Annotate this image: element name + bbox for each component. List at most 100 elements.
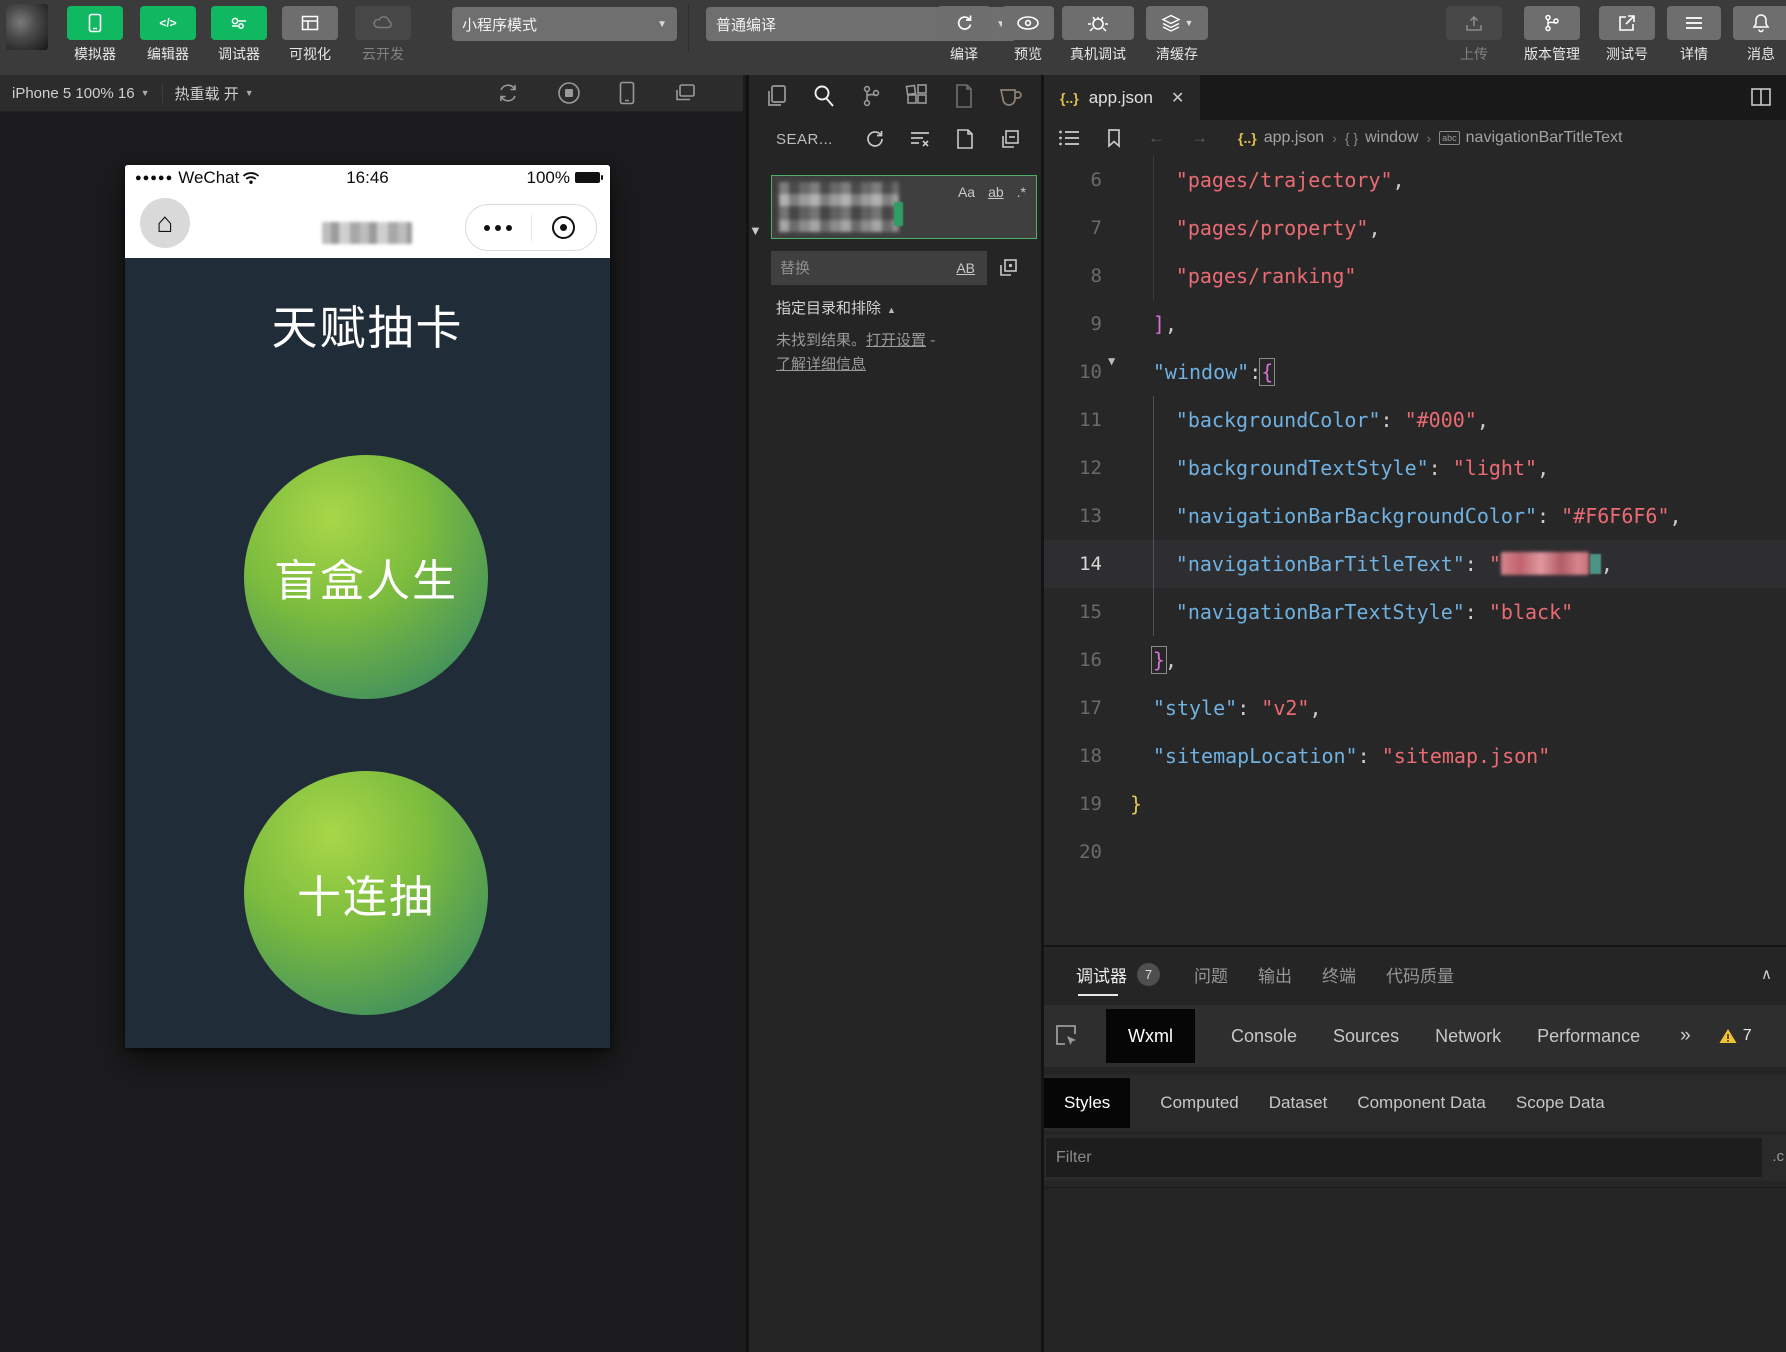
fold-chevron-icon[interactable]: ▼	[1108, 354, 1115, 368]
code-line-14[interactable]: 14"navigationBarTitleText": ",	[1044, 540, 1786, 588]
warnings-indicator[interactable]: 7	[1719, 1027, 1752, 1045]
device-dropdown[interactable]: iPhone 5 100% 16 ▼	[0, 75, 162, 111]
refresh-results-icon[interactable]	[865, 129, 885, 149]
search-icon[interactable]	[811, 83, 837, 109]
blindbox-life-button[interactable]: 盲盒人生	[244, 455, 488, 699]
styles-filter-input[interactable]	[1046, 1138, 1762, 1177]
code-line-12[interactable]: 12"backgroundTextStyle": "light",	[1044, 444, 1786, 492]
close-minibar-button[interactable]	[532, 216, 597, 239]
breadcrumb-object[interactable]: window	[1365, 129, 1418, 147]
code-line-10[interactable]: 10▼"window":{	[1044, 348, 1786, 396]
learn-more-link[interactable]: 了解详细信息	[776, 356, 866, 373]
device-frame-icon[interactable]	[619, 81, 635, 105]
open-in-editor-icon[interactable]	[955, 128, 975, 150]
regex-toggle[interactable]: .*	[1017, 184, 1026, 200]
home-button[interactable]: ⌂	[140, 198, 190, 248]
preserve-case-toggle[interactable]: AB	[956, 260, 975, 276]
code-line-20[interactable]: 20	[1044, 828, 1786, 876]
search-details-toggle[interactable]: 指定目录和排除▲	[776, 297, 896, 318]
code-line-17[interactable]: 17"style": "v2",	[1044, 684, 1786, 732]
real-device-debug-button[interactable]: 真机调试	[1060, 6, 1136, 64]
tab-scope-data[interactable]: Scope Data	[1516, 1093, 1605, 1113]
code-line-11[interactable]: 11"backgroundColor": "#000",	[1044, 396, 1786, 444]
upload-button[interactable]: 上传	[1444, 6, 1504, 64]
nav-forward-icon[interactable]: →	[1191, 128, 1208, 148]
tab-network[interactable]: Network	[1435, 1026, 1501, 1047]
collapse-panel-icon[interactable]: ∧	[1761, 965, 1772, 983]
editor-toggle[interactable]: </> 编辑器	[139, 6, 197, 64]
indent-guide	[1153, 444, 1154, 492]
debugger-count-badge: 7	[1137, 963, 1160, 986]
compile-button[interactable]: 编译	[935, 6, 993, 64]
outline-list-icon[interactable]	[1058, 129, 1080, 147]
breadcrumb-file[interactable]: app.json	[1264, 129, 1325, 147]
tab-console[interactable]: Console	[1231, 1026, 1297, 1047]
rotate-icon[interactable]	[497, 82, 519, 104]
file-page-icon[interactable]	[953, 83, 975, 109]
more-button[interactable]	[466, 225, 531, 231]
extensions-icon[interactable]	[905, 83, 931, 109]
whole-word-toggle[interactable]: ab	[988, 184, 1004, 200]
details-button[interactable]: 详情	[1666, 6, 1722, 64]
collapse-all-icon[interactable]	[999, 128, 1021, 150]
bookmark-icon[interactable]	[1106, 128, 1122, 148]
code-line-18[interactable]: 18"sitemapLocation": "sitemap.json"	[1044, 732, 1786, 780]
open-settings-link[interactable]: 打开设置	[866, 332, 926, 349]
tab-app-json[interactable]: {..} app.json ✕	[1044, 75, 1200, 120]
visual-toggle[interactable]: 可视化	[281, 6, 339, 64]
tab-sources[interactable]: Sources	[1333, 1026, 1399, 1047]
code-area[interactable]: 6"pages/trajectory",7"pages/property",8"…	[1044, 156, 1786, 945]
tab-code-quality[interactable]: 代码质量	[1386, 962, 1454, 987]
replace-all-icon[interactable]	[997, 257, 1019, 279]
test-account-button[interactable]: 测试号	[1597, 6, 1657, 64]
tab-performance[interactable]: Performance	[1537, 1026, 1640, 1047]
version-control-button[interactable]: 版本管理	[1514, 6, 1590, 64]
tab-terminal[interactable]: 终端	[1322, 962, 1356, 987]
code-line-6[interactable]: 6"pages/trajectory",	[1044, 156, 1786, 204]
search-input[interactable]: Aa ab .*	[771, 175, 1037, 239]
code-line-16[interactable]: 16},	[1044, 636, 1786, 684]
code-line-9[interactable]: 9],	[1044, 300, 1786, 348]
clear-results-icon[interactable]	[909, 130, 931, 148]
tab-computed[interactable]: Computed	[1160, 1093, 1238, 1113]
debugger-toggle[interactable]: 调试器	[210, 6, 268, 64]
record-icon[interactable]	[557, 81, 581, 105]
tab-problems[interactable]: 问题	[1194, 962, 1228, 987]
multi-window-icon[interactable]	[673, 82, 697, 104]
tab-output[interactable]: 输出	[1258, 962, 1292, 987]
match-case-toggle[interactable]: Aa	[958, 184, 975, 200]
code-line-15[interactable]: 15"navigationBarTextStyle": "black"	[1044, 588, 1786, 636]
user-avatar[interactable]	[6, 4, 48, 50]
cls-button-fragment[interactable]: .c	[1772, 1148, 1784, 1165]
line-number: 8	[1044, 265, 1114, 287]
messages-button[interactable]: 消息	[1732, 6, 1786, 64]
preview-button[interactable]: 预览	[1000, 6, 1056, 64]
close-tab-icon[interactable]: ✕	[1171, 88, 1184, 108]
expand-replace-chevron[interactable]: ▼	[749, 223, 762, 238]
tab-dataset[interactable]: Dataset	[1269, 1093, 1328, 1113]
simulator-toggle[interactable]: 模拟器	[66, 6, 124, 64]
more-tabs-icon[interactable]: »	[1680, 1025, 1691, 1047]
ten-draw-button[interactable]: 十连抽	[244, 771, 488, 1015]
code-line-19[interactable]: 19}	[1044, 780, 1786, 828]
split-editor-icon[interactable]	[1750, 87, 1772, 107]
code-token: "v2"	[1261, 696, 1309, 720]
tab-component-data[interactable]: Component Data	[1357, 1093, 1486, 1113]
inspect-element-icon[interactable]	[1054, 1023, 1080, 1049]
source-control-icon[interactable]	[859, 83, 883, 109]
build-cup-icon[interactable]	[997, 84, 1023, 108]
mode-dropdown[interactable]: 小程序模式 ▼	[452, 7, 677, 41]
code-line-7[interactable]: 7"pages/property",	[1044, 204, 1786, 252]
tab-styles[interactable]: Styles	[1044, 1078, 1130, 1128]
clear-cache-button[interactable]: ▼ 清缓存	[1144, 6, 1210, 64]
replace-input[interactable]	[771, 251, 987, 285]
nav-back-icon[interactable]: ←	[1148, 128, 1165, 148]
files-icon[interactable]	[765, 83, 789, 109]
tab-wxml[interactable]: Wxml	[1106, 1009, 1195, 1063]
code-line-8[interactable]: 8"pages/ranking"	[1044, 252, 1786, 300]
cloud-dev-toggle[interactable]: 云开发	[354, 6, 412, 64]
breadcrumb-property[interactable]: navigationBarTitleText	[1466, 129, 1623, 147]
tab-debugger[interactable]: 调试器	[1076, 962, 1127, 987]
hot-reload-dropdown[interactable]: 热重载 开 ▼	[163, 75, 266, 111]
code-line-13[interactable]: 13"navigationBarBackgroundColor": "#F6F6…	[1044, 492, 1786, 540]
